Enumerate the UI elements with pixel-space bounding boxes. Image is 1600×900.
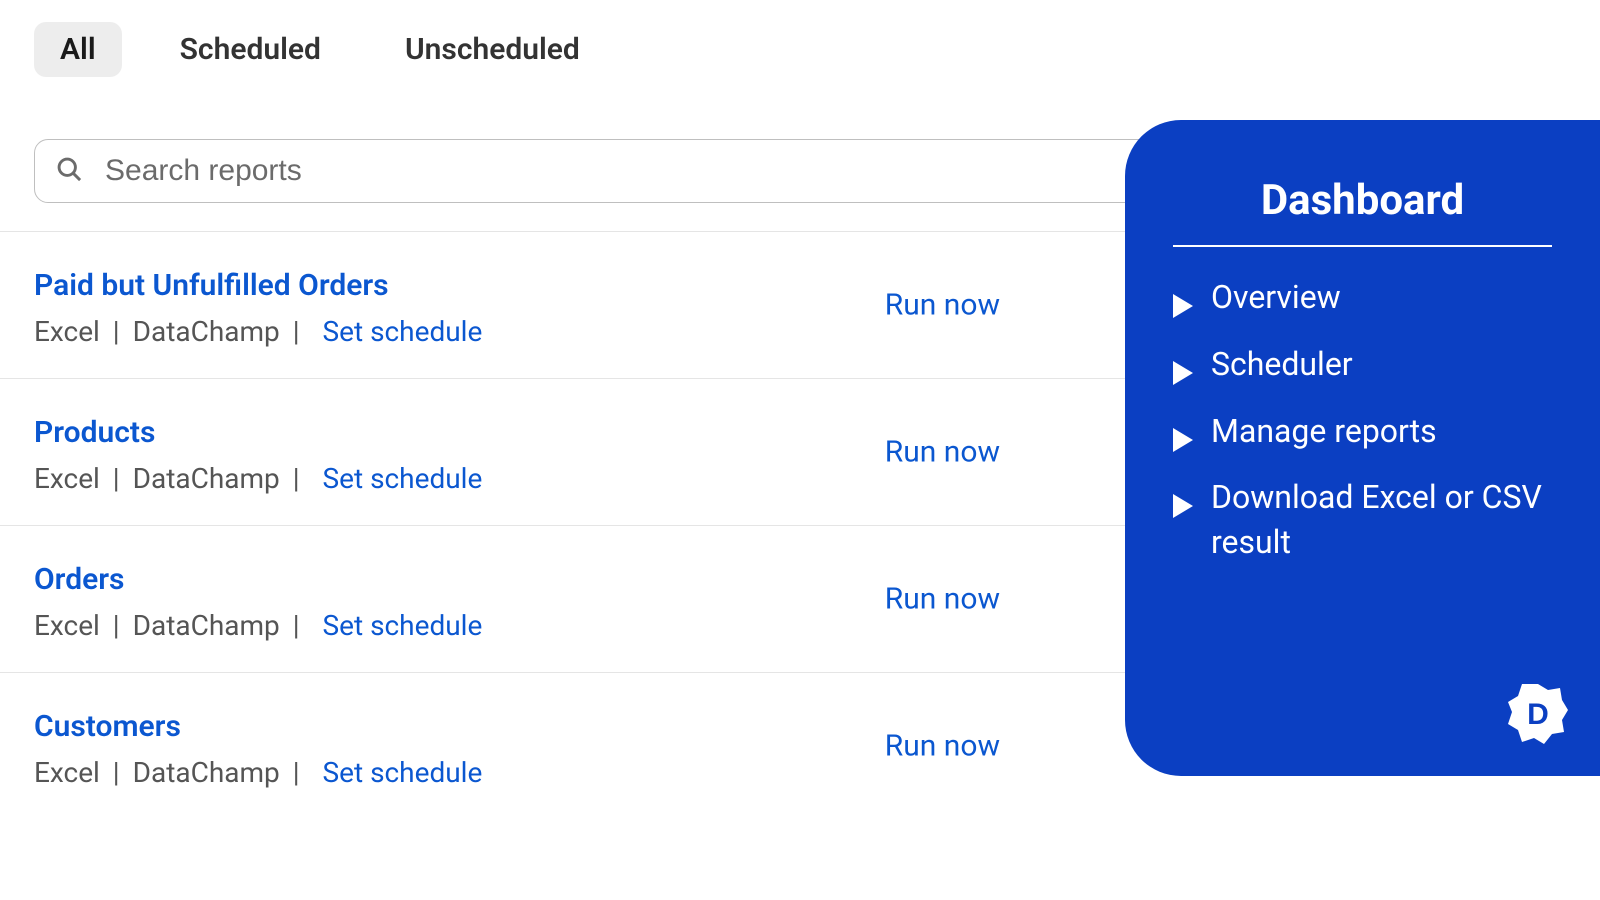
separator: | xyxy=(113,756,120,789)
dashboard-item-label: Overview xyxy=(1211,275,1341,320)
dashboard-panel: Dashboard Overview Scheduler Manage repo… xyxy=(1125,120,1600,776)
dashboard-item-scheduler[interactable]: Scheduler xyxy=(1173,342,1552,397)
tab-all[interactable]: All xyxy=(34,22,122,77)
run-now-button[interactable]: Run now xyxy=(885,582,1000,617)
report-format: Excel xyxy=(34,609,100,642)
dashboard-item-manage-reports[interactable]: Manage reports xyxy=(1173,409,1552,464)
svg-text:D: D xyxy=(1527,698,1549,731)
report-source: DataChamp xyxy=(133,462,280,495)
separator: | xyxy=(293,315,300,348)
separator: | xyxy=(113,609,120,642)
set-schedule-link[interactable]: Set schedule xyxy=(323,609,483,642)
set-schedule-link[interactable]: Set schedule xyxy=(323,462,483,495)
report-title-link[interactable]: Paid but Unfulfilled Orders xyxy=(34,268,389,303)
report-format: Excel xyxy=(34,315,100,348)
dashboard-item-overview[interactable]: Overview xyxy=(1173,275,1552,330)
report-source: DataChamp xyxy=(133,609,280,642)
run-now-button[interactable]: Run now xyxy=(885,435,1000,470)
separator: | xyxy=(113,315,120,348)
dashboard-item-label: Scheduler xyxy=(1211,342,1353,387)
dashboard-items: Overview Scheduler Manage reports Downlo… xyxy=(1173,275,1552,565)
tab-scheduled[interactable]: Scheduled xyxy=(154,22,347,77)
report-format: Excel xyxy=(34,756,100,789)
divider xyxy=(1173,245,1552,247)
logo-badge-icon: D xyxy=(1506,682,1570,746)
run-now-button[interactable]: Run now xyxy=(885,729,1000,764)
separator: | xyxy=(293,462,300,495)
report-title-link[interactable]: Customers xyxy=(34,709,181,744)
report-title-link[interactable]: Products xyxy=(34,415,155,450)
triangle-right-icon xyxy=(1173,485,1193,530)
dashboard-item-download[interactable]: Download Excel or CSV result xyxy=(1173,475,1552,565)
set-schedule-link[interactable]: Set schedule xyxy=(323,756,483,789)
run-now-button[interactable]: Run now xyxy=(885,288,1000,323)
set-schedule-link[interactable]: Set schedule xyxy=(323,315,483,348)
dashboard-title: Dashboard xyxy=(1173,176,1552,245)
filter-tabs: All Scheduled Unscheduled xyxy=(0,0,1600,99)
report-title-link[interactable]: Orders xyxy=(34,562,124,597)
tab-unscheduled[interactable]: Unscheduled xyxy=(379,22,606,77)
separator: | xyxy=(293,756,300,789)
report-format: Excel xyxy=(34,462,100,495)
report-source: DataChamp xyxy=(133,756,280,789)
separator: | xyxy=(113,462,120,495)
separator: | xyxy=(293,609,300,642)
dashboard-item-label: Manage reports xyxy=(1211,409,1437,454)
triangle-right-icon xyxy=(1173,352,1193,397)
search-icon xyxy=(55,155,83,187)
report-source: DataChamp xyxy=(133,315,280,348)
dashboard-item-label: Download Excel or CSV result xyxy=(1211,475,1552,565)
triangle-right-icon xyxy=(1173,419,1193,464)
triangle-right-icon xyxy=(1173,285,1193,330)
